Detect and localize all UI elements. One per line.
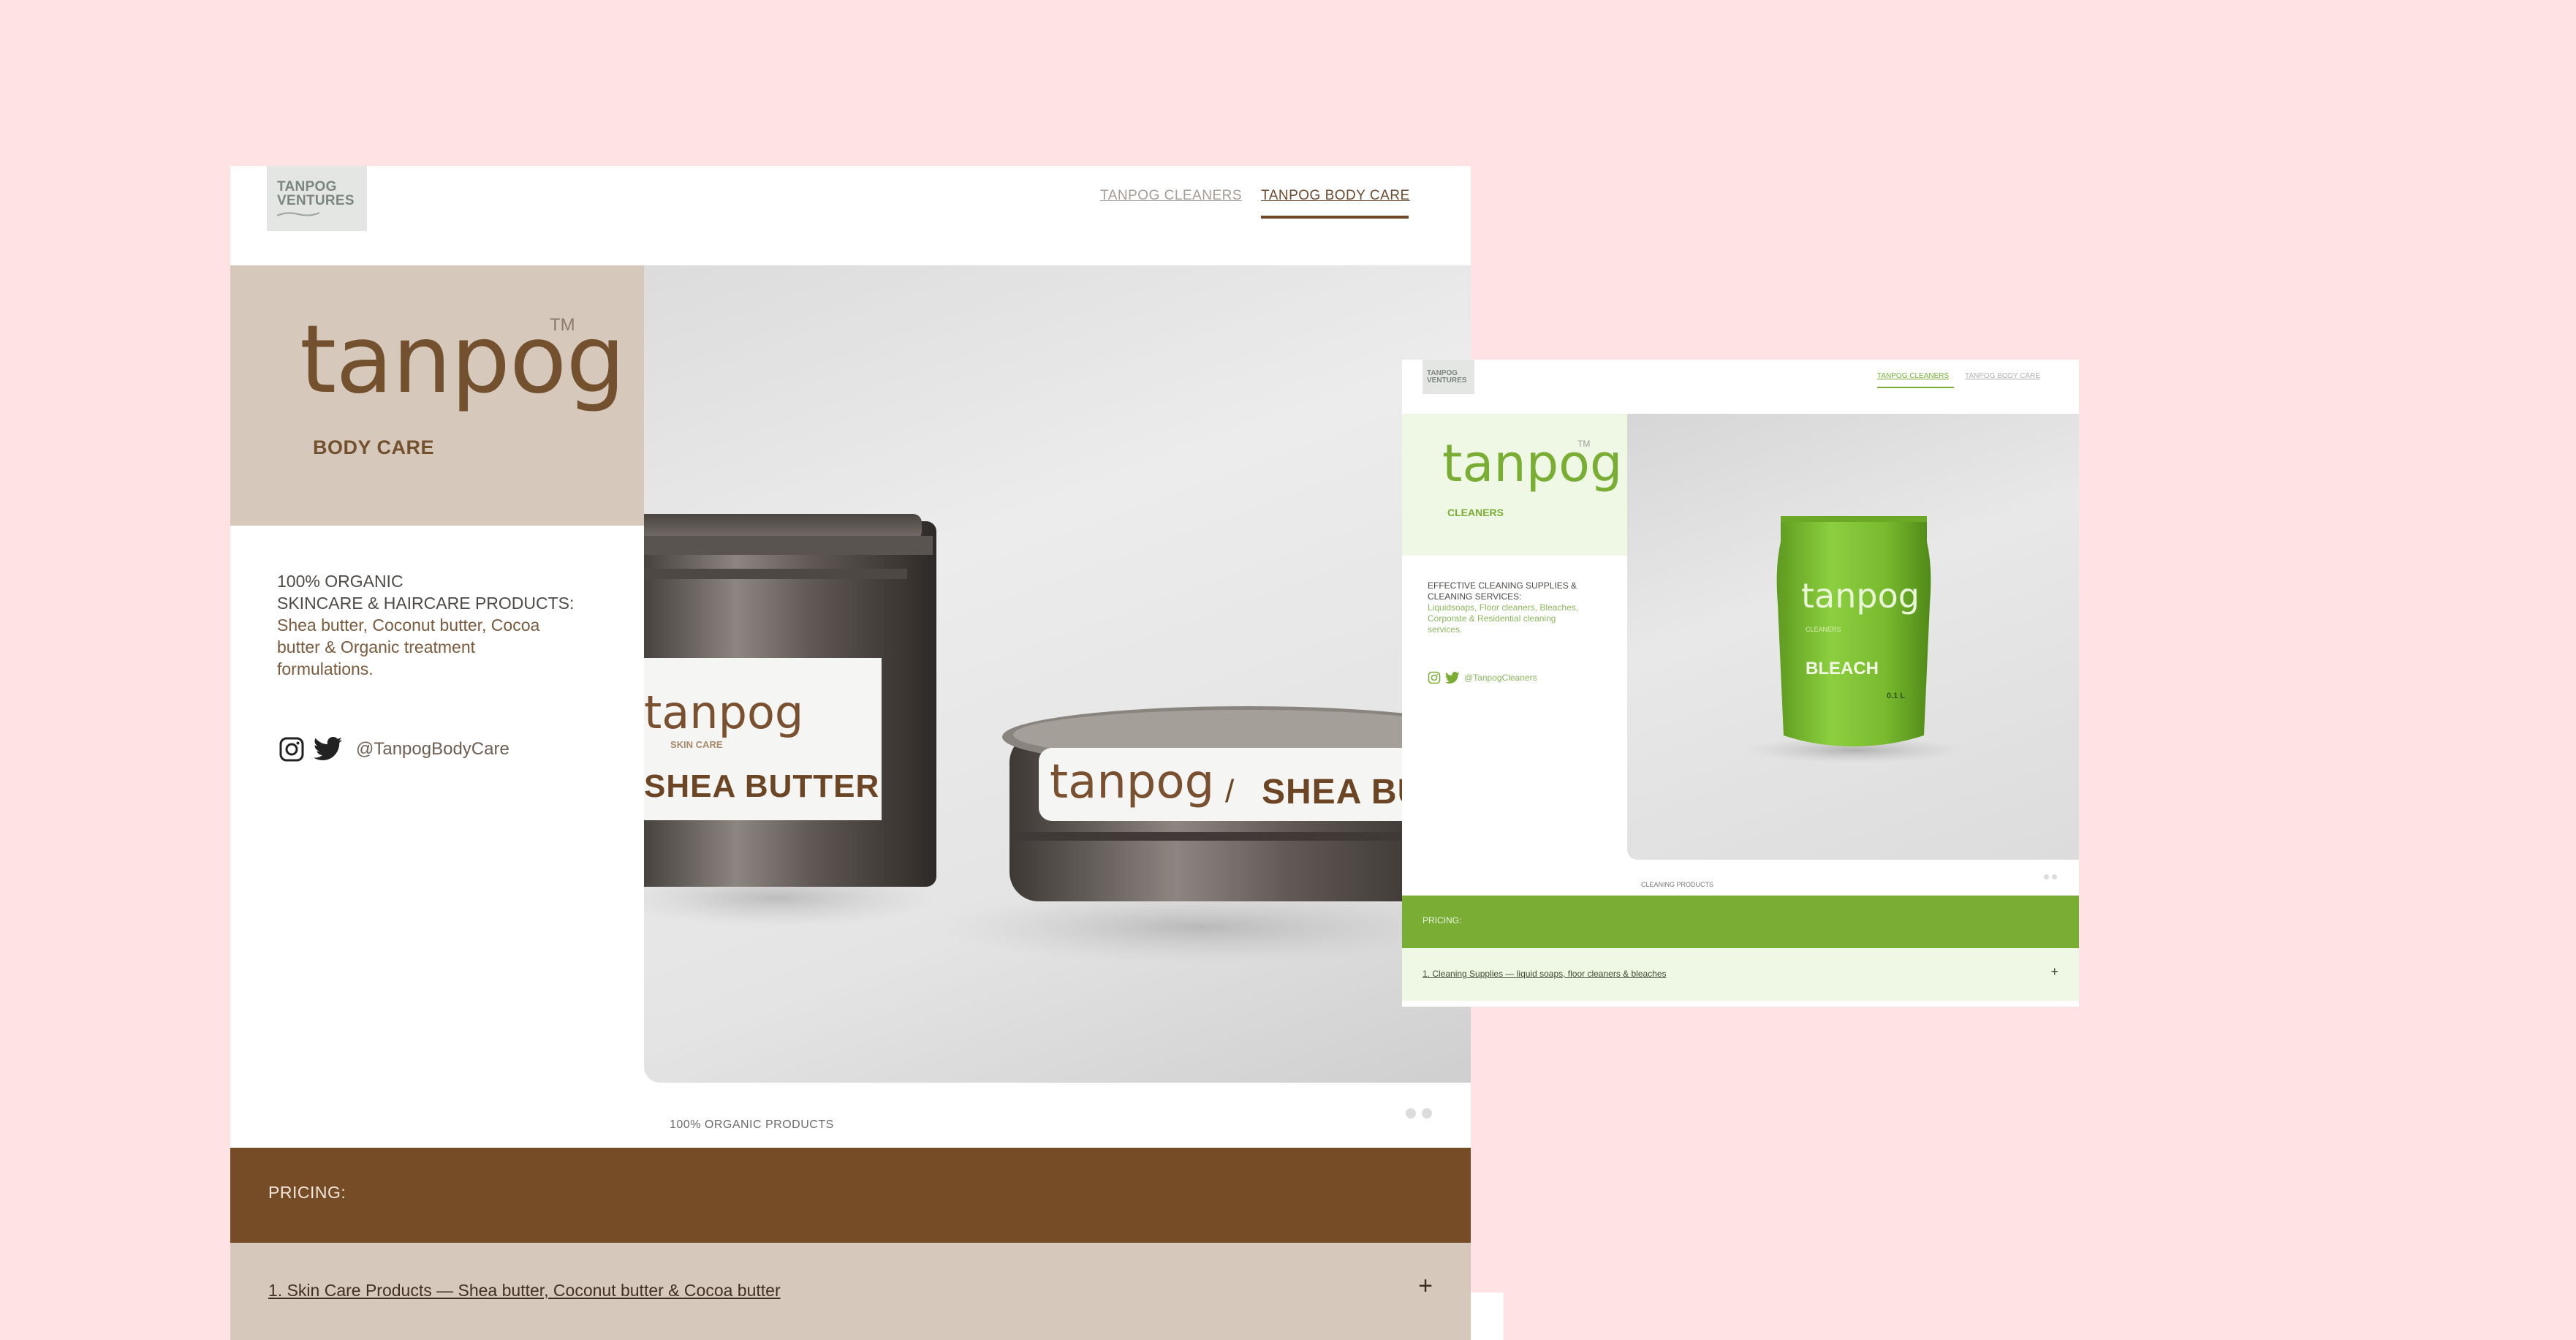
- brand-trademark: TM: [1577, 439, 1591, 449]
- social-links: @TanpogBodyCare: [279, 736, 509, 762]
- carousel-dot-2[interactable]: [1422, 1108, 1432, 1118]
- expand-plus-icon[interactable]: +: [1418, 1272, 1433, 1301]
- brand-subtitle: CLEANERS: [1447, 507, 1504, 518]
- pouch-size: 0.1 L: [1887, 692, 1906, 700]
- pricing-label: PRICING:: [268, 1183, 346, 1202]
- header: TANPOG VENTURES TANPOG CLEANERS TANPOG B…: [230, 166, 1471, 265]
- hero-caption: 100% ORGANIC PRODUCTS: [670, 1118, 834, 1131]
- nav-tanpog-body-care[interactable]: TANPOG BODY CARE: [1965, 372, 2040, 380]
- description: 100% ORGANIC SKINCARE & HAIRCARE PRODUCT…: [277, 570, 591, 680]
- desc-list-3: formulations.: [277, 659, 374, 678]
- pouch-product: BLEACH: [1806, 659, 1879, 678]
- carousel-dots[interactable]: [2044, 874, 2057, 879]
- logo-line-1: TANPOG: [277, 179, 337, 194]
- brand-panel: tanpog TM CLEANERS: [1402, 414, 1627, 556]
- ventures-logo[interactable]: TANPOG VENTURES: [1423, 360, 1474, 394]
- logo-line-2: VENTURES: [277, 193, 355, 208]
- social-links: @TanpogCleaners: [1428, 671, 1537, 684]
- tin1-product: SHEA BUTTER: [644, 768, 880, 804]
- twitter-icon[interactable]: [1445, 671, 1460, 684]
- bleach-pouch-photo: [1744, 516, 1963, 763]
- accordion-item-title[interactable]: 1. Skin Care Products — Shea butter, Coc…: [268, 1281, 781, 1301]
- hero-image: tanpog SKIN CARE SHEA BUTTER tanpog / SH…: [644, 265, 1471, 1083]
- carousel-dot-2[interactable]: [2052, 874, 2057, 879]
- carousel-dots[interactable]: [1406, 1108, 1432, 1118]
- logo-line-1: TANPOG: [1427, 368, 1458, 377]
- ventures-logo[interactable]: TANPOG VENTURES: [267, 166, 367, 231]
- expand-plus-icon[interactable]: +: [2050, 964, 2058, 980]
- tin1-brand: tanpog: [644, 686, 804, 739]
- pricing-label: PRICING:: [1423, 915, 1462, 925]
- desc-line-1: 100% ORGANIC: [277, 572, 404, 591]
- cleaners-screen: TANPOG VENTURES TANPOG CLEANERS TANPOG B…: [1402, 360, 2079, 1007]
- hero-image: tanpog CLEANERS BLEACH 0.1 L: [1627, 414, 2079, 860]
- desc-list-3: services.: [1428, 624, 1463, 635]
- twitter-icon[interactable]: [314, 737, 343, 762]
- instagram-icon[interactable]: [279, 736, 305, 762]
- pouch-brand: tanpog: [1801, 576, 1920, 616]
- desc-list-2: Corporate & Residential cleaning: [1428, 613, 1556, 624]
- tin1-subbrand: SKIN CARE: [670, 739, 723, 750]
- social-handle[interactable]: @TanpogBodyCare: [356, 739, 509, 760]
- pricing-bar: PRICING:: [1402, 896, 2079, 948]
- desc-list-1: Liquidsoaps, Floor cleaners, Bleaches,: [1428, 602, 1579, 613]
- instagram-icon[interactable]: [1428, 671, 1441, 684]
- active-nav-underline: [1261, 216, 1409, 219]
- logo-swoosh-icon: [277, 212, 319, 216]
- pricing-bar: PRICING:: [230, 1148, 1471, 1243]
- nav-tanpog-cleaners[interactable]: TANPOG CLEANERS: [1877, 372, 1949, 380]
- nav-tanpog-body-care[interactable]: TANPOG BODY CARE: [1261, 188, 1410, 204]
- pricing-accordion-item[interactable]: 1. Skin Care Products — Shea butter, Coc…: [230, 1243, 1471, 1340]
- page-corner-panel: [1471, 1292, 1504, 1340]
- active-nav-underline: [1877, 387, 1954, 388]
- body-care-screen: TANPOG VENTURES TANPOG CLEANERS TANPOG B…: [230, 166, 1471, 1340]
- pouch-subbrand: CLEANERS: [1806, 626, 1841, 633]
- brand-trademark: TM: [550, 315, 575, 335]
- desc-line-1: EFFECTIVE CLEANING SUPPLIES &: [1428, 580, 1577, 591]
- carousel-dot-1[interactable]: [1406, 1108, 1416, 1118]
- brand-wordmark: tanpog: [300, 306, 626, 415]
- brand-panel: tanpog TM BODY CARE: [230, 265, 644, 526]
- brand-wordmark: tanpog: [1442, 434, 1623, 493]
- shea-butter-tins-photo: [644, 514, 1471, 964]
- nav-tanpog-cleaners[interactable]: TANPOG CLEANERS: [1100, 188, 1242, 204]
- brand-subtitle: BODY CARE: [313, 436, 435, 458]
- social-handle[interactable]: @TanpogCleaners: [1464, 673, 1537, 683]
- hero-caption: CLEANING PRODUCTS: [1641, 881, 1714, 888]
- desc-list-2: butter & Organic treatment: [277, 637, 476, 656]
- carousel-dot-1[interactable]: [2044, 874, 2049, 879]
- accordion-item-title[interactable]: 1. Cleaning Supplies — liquid soaps, flo…: [1423, 969, 1667, 979]
- pricing-accordion-item[interactable]: 1. Cleaning Supplies — liquid soaps, flo…: [1402, 948, 2079, 1001]
- desc-line-2: SKINCARE & HAIRCARE PRODUCTS:: [277, 594, 575, 613]
- desc-line-2: CLEANING SERVICES:: [1428, 591, 1522, 602]
- desc-list-1: Shea butter, Coconut butter, Cocoa: [277, 616, 540, 635]
- tin2-brand: tanpog: [1050, 755, 1215, 809]
- tin2-separator: /: [1225, 773, 1235, 809]
- logo-line-2: VENTURES: [1427, 376, 1467, 385]
- description: EFFECTIVE CLEANING SUPPLIES & CLEANING S…: [1428, 580, 1603, 635]
